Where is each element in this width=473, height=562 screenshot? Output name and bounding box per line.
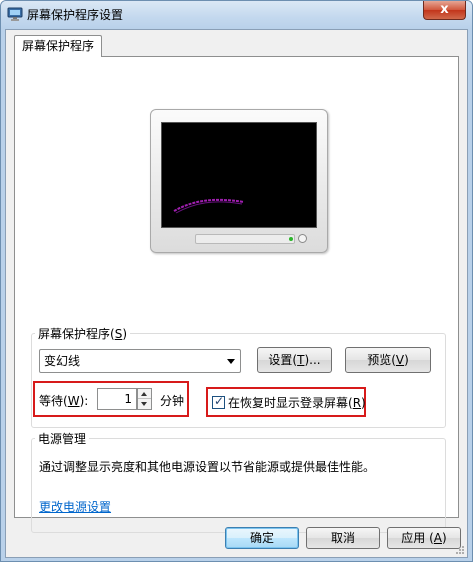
preview-screen [161, 122, 317, 228]
screensaver-settings-window: 屏幕保护程序设置 x 屏幕保护程序 屏幕保护程序(S) 变幻线 设置(T)...… [0, 0, 473, 562]
screensaver-selected-value: 变幻线 [44, 354, 81, 368]
wait-unit-label: 分钟 [160, 394, 185, 408]
tab-panel: 屏幕保护程序(S) 变幻线 设置(T)... 预览(V) 等待(W): 1 分钟… [14, 56, 459, 533]
resume-login-label[interactable]: 在恢复时显示登录屏幕(R) [228, 394, 366, 411]
close-button[interactable]: x [423, 1, 466, 20]
title-bar[interactable]: 屏幕保护程序设置 x [1, 1, 472, 29]
chevron-down-icon [141, 402, 147, 406]
stepper-up-button[interactable] [138, 389, 151, 399]
power-knob-icon [298, 234, 307, 243]
power-group-label: 电源管理 [35, 430, 90, 447]
tab-label: 屏幕保护程序 [21, 39, 94, 53]
wait-minutes-stepper[interactable] [137, 388, 152, 410]
wait-label: 等待(W): [39, 394, 89, 408]
mystify-line-graphic [173, 198, 245, 214]
wait-minutes-input[interactable]: 1 [97, 388, 137, 410]
resume-login-checkbox[interactable]: ✓ [212, 394, 225, 409]
power-management-group [31, 438, 446, 533]
checkmark-icon: ✓ [214, 394, 225, 408]
resize-grip-icon[interactable] [455, 545, 465, 555]
dialog-client-area: 屏幕保护程序 屏幕保护程序(S) 变幻线 设置(T)... 预览(V) 等待(W… [5, 29, 468, 558]
chevron-down-icon [227, 359, 235, 364]
chevron-up-icon [141, 392, 147, 396]
power-description: 通过调整显示亮度和其他电源设置以节省能源或提供最佳性能。 [39, 460, 376, 474]
stepper-down-button[interactable] [138, 399, 151, 409]
change-power-settings-link[interactable]: 更改电源设置 [39, 498, 111, 515]
preview-button[interactable]: 预览(V) [345, 347, 431, 373]
tab-screensaver[interactable]: 屏幕保护程序 [14, 35, 102, 57]
screensaver-select[interactable]: 变幻线 [39, 349, 241, 373]
close-icon: x [440, 2, 449, 17]
cancel-button[interactable]: 取消 [306, 527, 380, 549]
window-title: 屏幕保护程序设置 [27, 8, 124, 22]
settings-button[interactable]: 设置(T)... [257, 347, 332, 373]
screensaver-group-label: 屏幕保护程序(S) [35, 325, 130, 342]
apply-button[interactable]: 应用 (A) [387, 527, 461, 549]
monitor-preview [150, 109, 328, 253]
power-led-icon [289, 237, 293, 241]
monitor-bezel-strip [195, 234, 295, 244]
ok-button[interactable]: 确定 [225, 527, 299, 549]
display-settings-icon [7, 7, 23, 21]
